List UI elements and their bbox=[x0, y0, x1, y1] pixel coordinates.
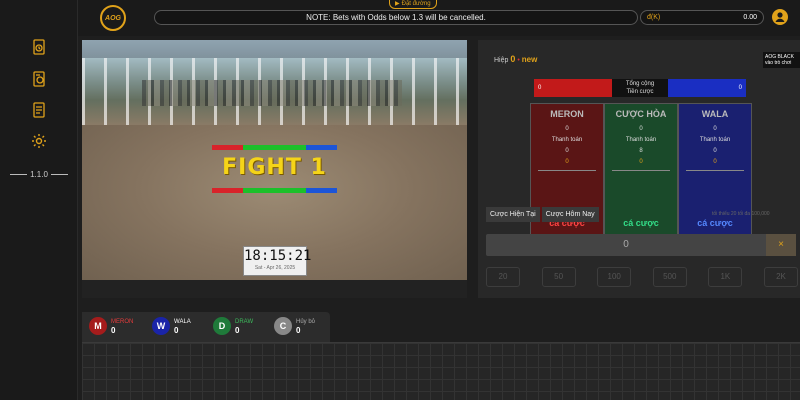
tab-today-bets[interactable]: Cược Hôm Nay bbox=[541, 207, 599, 222]
notice-marquee: NOTE: Bets with Odds below 1.3 will be c… bbox=[154, 10, 638, 25]
document-icon[interactable] bbox=[30, 101, 48, 119]
round-status: Hiệp 0 • new bbox=[494, 54, 537, 64]
clock-date: Sat - Apr 26, 2025 bbox=[254, 265, 296, 271]
fight-bar-top bbox=[212, 145, 337, 150]
chip-20[interactable]: 20 bbox=[486, 267, 520, 287]
odds-value: 0 bbox=[713, 159, 717, 165]
sidebar: 1.1.0 bbox=[0, 0, 78, 400]
divider bbox=[50, 174, 69, 175]
tab-current-bets[interactable]: Cược Hiện Tại bbox=[486, 207, 540, 222]
bet-amount: 0 bbox=[639, 126, 643, 132]
clock-time: 18:15:21 bbox=[244, 248, 312, 264]
chip-selector: 20 50 100 500 1K 2K bbox=[486, 267, 798, 287]
balance-display[interactable]: đ(K) 0.00 bbox=[640, 10, 764, 25]
bet-amount: 0 bbox=[565, 126, 569, 132]
payout-value: 0 bbox=[713, 148, 717, 154]
history-icon[interactable] bbox=[30, 38, 48, 56]
payout-label: Thanh toán bbox=[551, 137, 583, 143]
chip-500[interactable]: 500 bbox=[652, 267, 687, 287]
legend-count: 0 bbox=[111, 325, 116, 335]
bet-name: CƯỢC HÒA bbox=[615, 109, 667, 119]
fight-title: FIGHT 1 bbox=[222, 155, 327, 180]
topbar: AOG ▶ Đặt đường NOTE: Bets with Odds bel… bbox=[78, 0, 800, 36]
user-icon[interactable] bbox=[771, 8, 789, 26]
coin-bet-icon[interactable] bbox=[30, 70, 48, 88]
odds-value: 0 bbox=[639, 159, 643, 165]
legend-wala: W WALA 0 bbox=[152, 317, 191, 335]
legend-cancelled: C Hủy bỏ 0 bbox=[274, 317, 315, 335]
bet-button-wala[interactable]: cá cược bbox=[679, 218, 751, 228]
arena-clock: 18:15:21 Sat - Apr 26, 2025 bbox=[243, 246, 312, 276]
wala-total: 0 bbox=[668, 79, 746, 97]
app-version: 1.1.0 bbox=[10, 170, 69, 179]
bet-card-draw[interactable]: CƯỢC HÒA 0 Thanh toán 8 0 cá cược bbox=[604, 103, 678, 235]
round-label: Hiệp bbox=[494, 57, 509, 64]
meron-badge: M bbox=[89, 317, 107, 335]
cancelled-badge: C bbox=[274, 317, 292, 335]
results-legend: M MERON 0 W WALA 0 D DRAW 0 C Hủy bỏ 0 bbox=[82, 312, 330, 342]
chip-50[interactable]: 50 bbox=[541, 267, 576, 287]
chip-1k[interactable]: 1K bbox=[708, 267, 743, 287]
video-panel: FIGHT 1 18:15:21 Sat - Apr 26, 2025 bbox=[82, 40, 467, 298]
round-dot: • bbox=[517, 57, 520, 64]
clear-amount-button[interactable]: × bbox=[766, 234, 796, 256]
bet-amount: 0 bbox=[713, 126, 717, 132]
bet-limits: tối thiểu 20 tối đa 100,000 bbox=[712, 211, 770, 217]
legend-meron: M MERON 0 bbox=[89, 317, 133, 335]
results-grid bbox=[82, 342, 800, 400]
odds-value: 0 bbox=[565, 159, 569, 165]
version-label: 1.1.0 bbox=[30, 170, 48, 179]
round-number: 0 bbox=[510, 54, 516, 64]
legend-label: WALA bbox=[174, 318, 191, 325]
bet-name: WALA bbox=[701, 109, 729, 119]
crowd bbox=[142, 80, 402, 106]
bet-name: MERON bbox=[550, 109, 584, 119]
balance-unit: đ(K) bbox=[647, 14, 661, 21]
chip-100[interactable]: 100 bbox=[597, 267, 632, 287]
guide-button[interactable]: ▶ Đặt đường bbox=[389, 0, 437, 9]
bet-history-tabs: Cược Hiện Tại Cược Hôm Nay bbox=[486, 207, 599, 222]
amount-value[interactable]: 0 bbox=[486, 234, 766, 256]
total-label-line1: Tổng cộng bbox=[625, 81, 655, 87]
total-bets-bar: 0 Tổng cộng Tiền cược 0 bbox=[534, 79, 746, 97]
payout-value: 0 bbox=[565, 148, 569, 154]
promo-banner[interactable]: AOG BLACK vào trò chơi bbox=[763, 52, 800, 68]
payout-label: Thanh toán bbox=[699, 137, 731, 143]
live-stream[interactable]: FIGHT 1 18:15:21 Sat - Apr 26, 2025 bbox=[82, 40, 467, 280]
divider bbox=[10, 174, 28, 175]
bet-button-draw[interactable]: cá cược bbox=[605, 218, 677, 228]
legend-count: 0 bbox=[235, 325, 240, 335]
divider bbox=[686, 170, 744, 171]
legend-label: DRAW bbox=[235, 318, 254, 325]
guide-label: Đặt đường bbox=[401, 0, 431, 7]
divider bbox=[612, 170, 670, 171]
bet-panel: Hiệp 0 • new AOG BLACK vào trò chơi 0 Tổ… bbox=[478, 40, 800, 298]
round-state: new bbox=[521, 55, 538, 64]
results-board: M MERON 0 W WALA 0 D DRAW 0 C Hủy bỏ 0 bbox=[82, 312, 800, 400]
legend-count: 0 bbox=[296, 325, 301, 335]
app-root: 1.1.0 AOG ▶ Đặt đường NOTE: Bets with Od… bbox=[0, 0, 800, 400]
meron-total: 0 bbox=[534, 79, 612, 97]
legend-label: Hủy bỏ bbox=[296, 318, 316, 325]
legend-label: MERON bbox=[111, 318, 134, 325]
wala-badge: W bbox=[152, 317, 170, 335]
logo[interactable]: AOG bbox=[100, 5, 126, 31]
play-icon: ▶ bbox=[395, 1, 400, 7]
total-label: Tổng cộng Tiền cược bbox=[612, 79, 668, 97]
divider bbox=[538, 170, 596, 171]
total-label-line2: Tiền cược bbox=[626, 89, 654, 95]
payout-value: 8 bbox=[639, 148, 643, 154]
bet-amount-input[interactable]: 0 × bbox=[486, 234, 796, 256]
fight-bar-bottom bbox=[212, 188, 337, 193]
gear-icon[interactable] bbox=[30, 132, 48, 150]
draw-badge: D bbox=[213, 317, 231, 335]
legend-draw: D DRAW 0 bbox=[213, 317, 253, 335]
legend-count: 0 bbox=[174, 325, 179, 335]
payout-label: Thanh toán bbox=[625, 137, 657, 143]
balance-value: 0.00 bbox=[743, 14, 757, 21]
chip-2k[interactable]: 2K bbox=[763, 267, 798, 287]
